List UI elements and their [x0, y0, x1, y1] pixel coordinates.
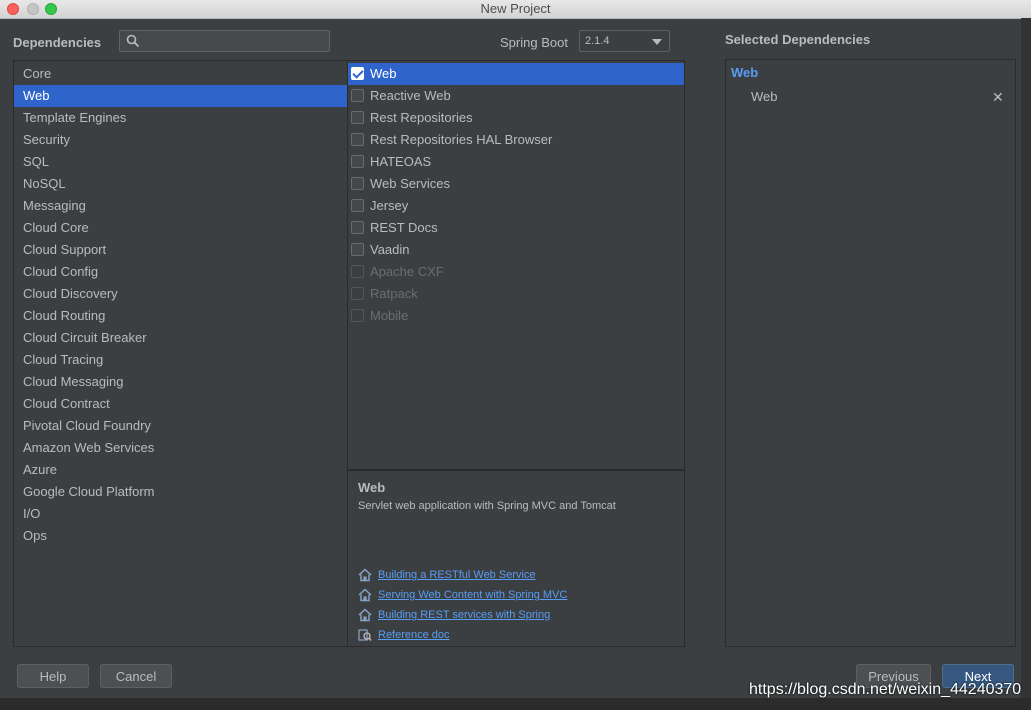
window-title: New Project	[480, 1, 551, 16]
dependency-item: Ratpack	[348, 283, 684, 305]
dependency-checkbox[interactable]	[351, 67, 364, 80]
reference-doc-icon	[358, 629, 372, 641]
selected-dependencies-label: Selected Dependencies	[725, 32, 871, 47]
dependency-checkbox	[351, 287, 364, 300]
background-ide-strip	[0, 698, 1031, 710]
dependency-label: REST Docs	[370, 220, 438, 235]
category-item[interactable]: Web	[14, 85, 347, 107]
category-item[interactable]: Cloud Contract	[14, 393, 347, 415]
selected-dependencies-panel: Web Web ✕	[725, 59, 1016, 647]
dependency-item[interactable]: Jersey	[348, 195, 684, 217]
selected-group-label: Web	[731, 65, 759, 80]
dependency-label: Apache CXF	[370, 264, 444, 279]
category-item[interactable]: Cloud Messaging	[14, 371, 347, 393]
category-item[interactable]: Ops	[14, 525, 347, 547]
category-list: Core Web Template Engines Security SQL NoSQL M…	[13, 60, 348, 647]
dependency-item[interactable]: Web Services	[348, 173, 684, 195]
category-item[interactable]: Cloud Discovery	[14, 283, 347, 305]
category-item[interactable]: Pivotal Cloud Foundry	[14, 415, 347, 437]
dependency-description: Web Servlet web application with Spring …	[348, 470, 685, 647]
category-item[interactable]: Amazon Web Services	[14, 437, 347, 459]
category-item[interactable]: I/O	[14, 503, 347, 525]
description-title: Web	[358, 480, 386, 495]
maximize-window-button[interactable]	[45, 3, 57, 15]
guide-icon	[358, 608, 372, 622]
dependency-label: Reactive Web	[370, 88, 451, 103]
dependency-item[interactable]: Vaadin	[348, 239, 684, 261]
window-titlebar: New Project	[0, 0, 1031, 19]
category-item[interactable]: Cloud Routing	[14, 305, 347, 327]
minimize-window-button[interactable]	[27, 3, 39, 15]
dependency-label: Web Services	[370, 176, 450, 191]
dependency-item[interactable]: HATEOAS	[348, 151, 684, 173]
search-input[interactable]	[144, 33, 328, 51]
dependency-label: Rest Repositories	[370, 110, 473, 125]
guide-link[interactable]: Serving Web Content with Spring MVC	[378, 585, 567, 605]
dependency-item[interactable]: Reactive Web	[348, 85, 684, 107]
category-item[interactable]: NoSQL	[14, 173, 347, 195]
dependency-label: Vaadin	[370, 242, 410, 257]
description-text: Servlet web application with Spring MVC …	[358, 500, 616, 512]
close-icon[interactable]: ✕	[992, 89, 1004, 106]
spring-boot-version-value: 2.1.4	[585, 35, 610, 47]
guide-icon	[358, 568, 372, 582]
close-window-button[interactable]	[7, 3, 19, 15]
guide-icon	[358, 588, 372, 602]
selected-dependency-item: Web	[751, 89, 778, 104]
dependency-checkbox[interactable]	[351, 243, 364, 256]
watermark: https://blog.csdn.net/weixin_44240370	[749, 681, 1022, 698]
dependency-label: Ratpack	[370, 286, 418, 301]
dependency-item[interactable]: REST Docs	[348, 217, 684, 239]
category-item[interactable]: Cloud Config	[14, 261, 347, 283]
category-item[interactable]: Google Cloud Platform	[14, 481, 347, 503]
dependency-checkbox[interactable]	[351, 221, 364, 234]
category-item[interactable]: Azure	[14, 459, 347, 481]
dependencies-label: Dependencies	[13, 35, 102, 50]
category-item[interactable]: Core	[14, 63, 347, 85]
spring-boot-version-select[interactable]: 2.1.4	[579, 30, 670, 52]
chevron-down-icon	[652, 39, 662, 45]
dependency-checkbox	[351, 309, 364, 322]
dependency-checkbox[interactable]	[351, 133, 364, 146]
category-item[interactable]: Template Engines	[14, 107, 347, 129]
guide-link[interactable]: Reference doc	[378, 625, 450, 645]
guide-link[interactable]: Building a RESTful Web Service	[378, 565, 536, 585]
search-box[interactable]	[119, 30, 330, 52]
spring-boot-label: Spring Boot	[500, 35, 568, 50]
category-item[interactable]: Cloud Core	[14, 217, 347, 239]
background-window-edge	[1021, 18, 1031, 698]
dependency-item[interactable]: Rest Repositories HAL Browser	[348, 129, 684, 151]
dependency-item: Mobile	[348, 305, 684, 327]
dependency-label: Mobile	[370, 308, 409, 323]
dependency-checkbox[interactable]	[351, 89, 364, 102]
guide-link[interactable]: Building REST services with Spring	[378, 605, 550, 625]
help-button[interactable]: Help	[17, 664, 89, 688]
dependency-checkbox[interactable]	[351, 177, 364, 190]
category-item[interactable]: Cloud Tracing	[14, 349, 347, 371]
category-item[interactable]: Messaging	[14, 195, 347, 217]
category-item[interactable]: Cloud Support	[14, 239, 347, 261]
dependency-item[interactable]: Rest Repositories	[348, 107, 684, 129]
dependency-label: Web	[370, 66, 397, 81]
dependency-label: Jersey	[370, 198, 409, 213]
dependency-list: Web Reactive Web Rest Repositories Rest Rep…	[348, 60, 685, 470]
category-item[interactable]: Security	[14, 129, 347, 151]
dependency-item[interactable]: Web	[348, 63, 684, 85]
dependency-label: HATEOAS	[370, 154, 432, 169]
category-item[interactable]: SQL	[14, 151, 347, 173]
dependency-checkbox[interactable]	[351, 199, 364, 212]
dependency-item: Apache CXF	[348, 261, 684, 283]
category-item[interactable]: Cloud Circuit Breaker	[14, 327, 347, 349]
search-icon	[126, 34, 140, 48]
dependency-checkbox[interactable]	[351, 155, 364, 168]
cancel-button[interactable]: Cancel	[100, 664, 172, 688]
dependency-label: Rest Repositories HAL Browser	[370, 132, 553, 147]
dependency-checkbox[interactable]	[351, 111, 364, 124]
dependency-checkbox	[351, 265, 364, 278]
